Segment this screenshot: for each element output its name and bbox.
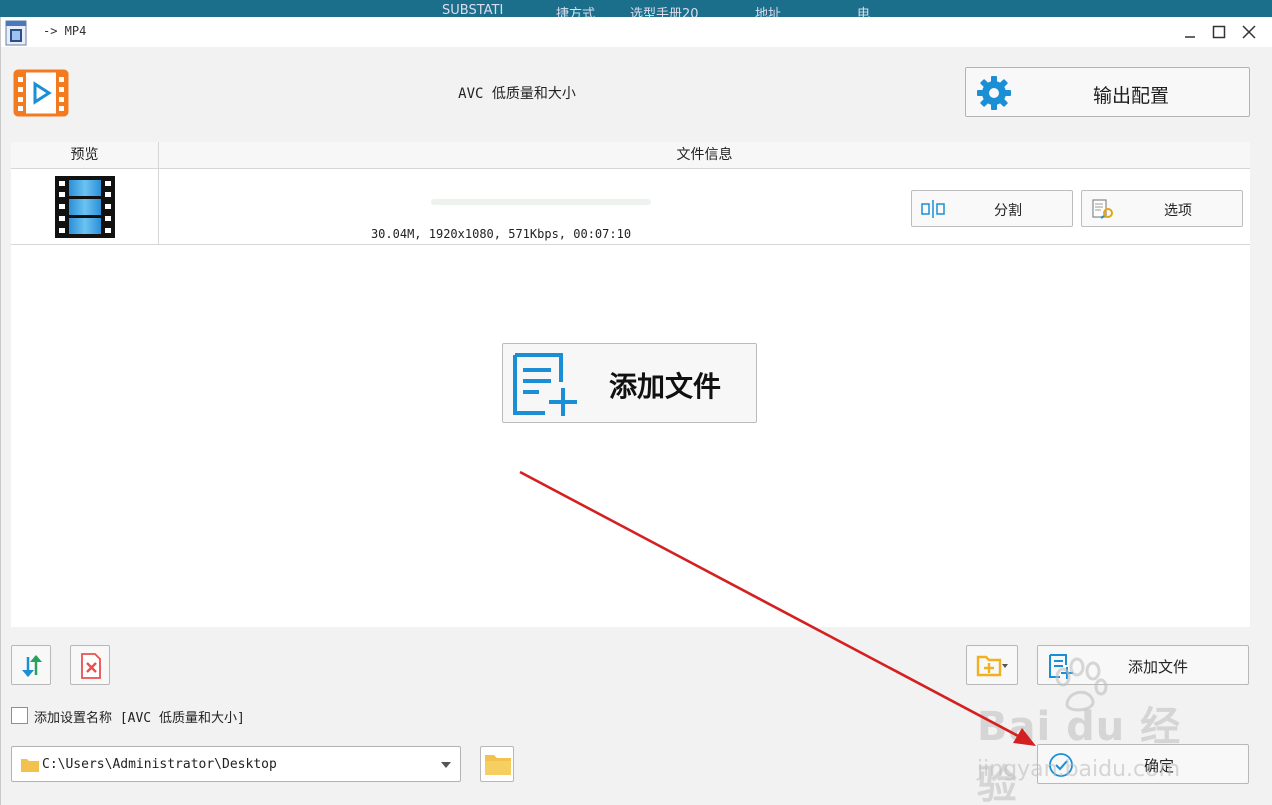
window-title: -> MP4	[43, 24, 87, 38]
add-folder-icon	[976, 655, 1008, 677]
options-icon	[1092, 199, 1113, 219]
add-file-center-label: 添加文件	[609, 370, 722, 403]
remove-button[interactable]	[70, 645, 110, 685]
preview-cell	[11, 169, 159, 244]
background-item: SUBSTATI	[442, 3, 504, 17]
sort-icon	[22, 655, 42, 677]
add-file-center-button[interactable]: 添加文件	[502, 343, 757, 423]
output-path-value: C:\Users\Administrator\Desktop	[42, 757, 277, 772]
background-item: 选型手册20	[630, 7, 699, 17]
title-bar: -> MP4	[1, 17, 1272, 47]
add-setting-name-label: 添加设置名称 [AVC 低质量和大小]	[34, 711, 245, 726]
file-info-text: 30.04M, 1920x1080, 571Kbps, 00:07:10	[370, 227, 632, 241]
video-profile-icon[interactable]	[13, 69, 69, 117]
file-name-blur	[431, 199, 651, 205]
gear-icon	[977, 76, 1011, 110]
app-icon	[5, 20, 27, 46]
close-icon	[1242, 25, 1256, 39]
folder-icon	[21, 759, 39, 772]
maximize-icon	[1212, 25, 1226, 39]
split-icon	[921, 200, 945, 218]
check-circle-icon	[1049, 753, 1073, 777]
file-row[interactable]: 30.04M, 1920x1080, 571Kbps, 00:07:10 分割	[11, 169, 1250, 245]
add-folder-dropdown-button[interactable]	[966, 645, 1018, 685]
sort-button[interactable]	[11, 645, 51, 685]
converter-window: -> MP4 AVC 低质量和大小 输出配置 预览 文件信息 30.04M, 1…	[0, 17, 1272, 805]
column-header-preview: 预览	[11, 142, 159, 169]
add-setting-name-checkbox[interactable]	[11, 707, 28, 724]
add-file-icon	[1049, 654, 1073, 679]
background-taskbar: SUBSTATI 捷方式 选型手册20 地址 电	[0, 0, 1272, 17]
browse-folder-button[interactable]	[480, 746, 514, 782]
ok-button[interactable]: 确定	[1037, 744, 1249, 784]
background-item: 地址	[755, 7, 782, 17]
output-path-select[interactable]: C:\Users\Administrator\Desktop	[11, 746, 461, 782]
background-item: 捷方式	[556, 7, 596, 17]
output-config-label: 输出配置	[1092, 85, 1169, 107]
chevron-down-icon	[441, 762, 451, 768]
minimize-icon	[1185, 36, 1195, 38]
column-header-file-info: 文件信息	[676, 147, 733, 163]
maximize-button[interactable]	[1206, 20, 1232, 44]
video-thumbnail-icon	[55, 176, 115, 238]
profile-label: AVC 低质量和大小	[458, 86, 576, 102]
split-label: 分割	[994, 203, 1022, 219]
add-file-button[interactable]: 添加文件	[1037, 645, 1249, 685]
file-list-header: 预览 文件信息	[11, 142, 1250, 169]
folder-open-icon	[485, 755, 511, 775]
add-file-icon	[513, 353, 577, 416]
add-file-label: 添加文件	[1128, 658, 1189, 676]
output-config-button[interactable]: 输出配置	[965, 67, 1250, 117]
minimize-button[interactable]	[1177, 20, 1203, 44]
close-button[interactable]	[1236, 20, 1262, 44]
ok-label: 确定	[1144, 757, 1175, 775]
options-label: 选项	[1164, 203, 1192, 219]
split-button[interactable]: 分割	[911, 190, 1073, 227]
profile-header: AVC 低质量和大小 输出配置	[1, 47, 1272, 142]
background-item: 电	[857, 7, 871, 17]
delete-file-icon	[81, 653, 101, 679]
options-button[interactable]: 选项	[1081, 190, 1243, 227]
